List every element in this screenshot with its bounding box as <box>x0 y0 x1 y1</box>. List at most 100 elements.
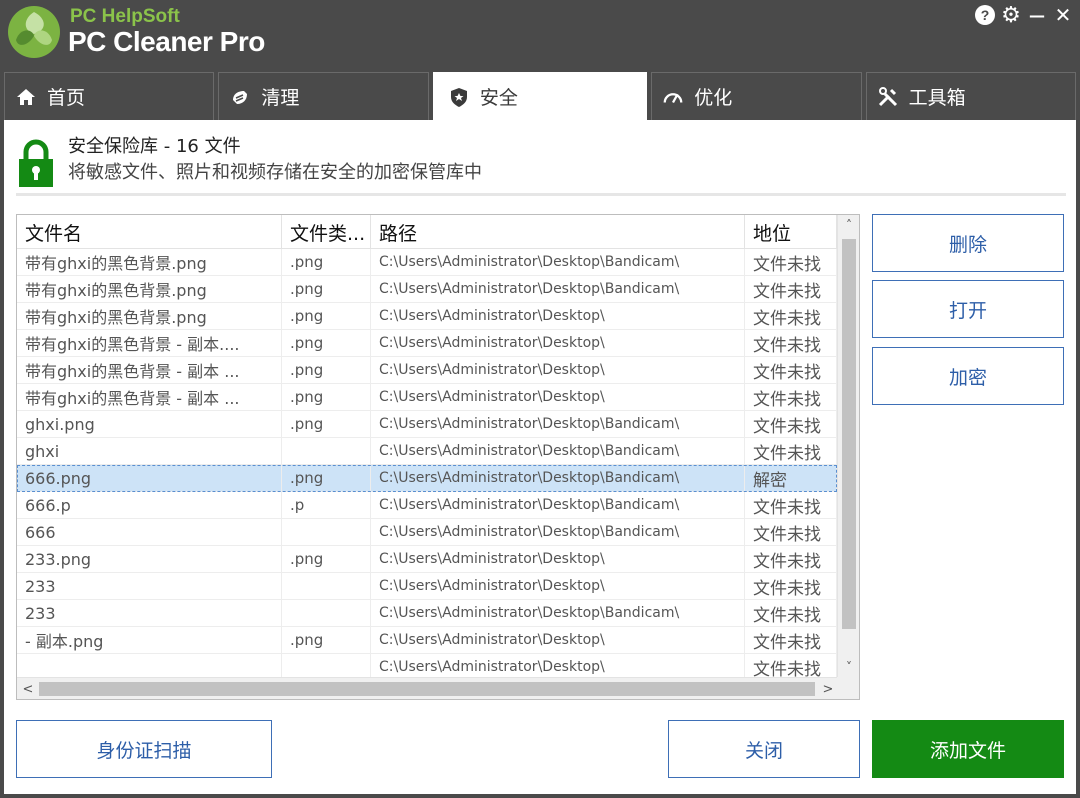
title-bar: PC HelpSoft PC Cleaner Pro ? ⚙ — ✕ <box>0 0 1080 72</box>
tab-security[interactable]: 安全 <box>432 72 648 120</box>
file-status-cell: 文件未找 <box>745 627 837 653</box>
column-header-path[interactable]: 路径 <box>371 215 745 249</box>
tools-icon <box>877 86 899 108</box>
table-row[interactable]: 666 C:\Users\Administrator\Desktop\Bandic… <box>17 519 837 546</box>
app-title: PC Cleaner Pro <box>68 26 265 57</box>
table-row[interactable]: 233 C:\Users\Administrator\Desktop\ 文件未找 <box>17 573 837 600</box>
table-row[interactable]: 666.png .png C:\Users\Administrator\Deskto… <box>17 465 837 492</box>
file-status-cell: 文件未找 <box>745 249 837 275</box>
horizontal-scroll-thumb[interactable] <box>39 682 815 696</box>
file-type-cell <box>282 438 371 464</box>
main-tabs: 首页 清理 安全 优化 工具箱 <box>4 72 1077 120</box>
file-path-cell: C:\Users\Administrator\Desktop\Bandicam\ <box>371 600 745 626</box>
file-type-cell: .png <box>282 411 371 437</box>
file-name-cell: 233 <box>17 600 282 626</box>
encrypt-button[interactable]: 加密 <box>872 347 1064 405</box>
table-row[interactable]: 带有ghxi的黑色背景 - 副本 ... .png C:\Users\Adminis… <box>17 384 837 411</box>
file-type-cell: .png <box>282 249 371 275</box>
tab-label: 首页 <box>47 87 86 109</box>
help-button[interactable]: ? <box>974 3 996 27</box>
broom-icon <box>229 86 251 108</box>
close-window-button[interactable]: ✕ <box>1052 3 1074 27</box>
add-file-button[interactable]: 添加文件 <box>872 720 1064 778</box>
file-status-cell: 文件未找 <box>745 492 837 518</box>
table-row[interactable]: 带有ghxi的黑色背景.png .png C:\Users\Administrato… <box>17 303 837 330</box>
horizontal-scrollbar[interactable]: < > <box>17 677 839 699</box>
file-name-cell: ghxi.png <box>17 411 282 437</box>
close-icon: ✕ <box>1054 3 1072 27</box>
file-type-cell: .png <box>282 627 371 653</box>
speedometer-icon <box>662 86 684 108</box>
id-scan-button[interactable]: 身份证扫描 <box>16 720 272 778</box>
file-status-cell: 文件未找 <box>745 573 837 599</box>
file-status-cell: 文件未找 <box>745 276 837 302</box>
file-name-cell: 带有ghxi的黑色背景.png <box>17 276 282 302</box>
vertical-scroll-thumb[interactable] <box>842 239 856 629</box>
file-path-cell: C:\Users\Administrator\Desktop\Bandicam\ <box>371 411 745 437</box>
tab-toolbox[interactable]: 工具箱 <box>865 72 1077 120</box>
column-header-filename[interactable]: 文件名 <box>17 215 282 249</box>
file-path-cell: C:\Users\Administrator\Desktop\ <box>371 627 745 653</box>
table-row[interactable]: 带有ghxi的黑色背景 - 副本.... .png C:\Users\Adminis… <box>17 330 837 357</box>
column-header-filetype[interactable]: 文件类... <box>282 215 371 249</box>
close-button[interactable]: 关闭 <box>668 720 860 778</box>
scroll-up-icon[interactable]: ˄ <box>838 215 859 235</box>
security-panel: 安全保险库 - 16 文件 将敏感文件、照片和视频存储在安全的加密保管库中 文件… <box>4 120 1076 794</box>
file-name-cell: 666.png <box>17 465 282 491</box>
file-status-cell: 文件未找 <box>745 600 837 626</box>
tab-clean[interactable]: 清理 <box>218 72 429 120</box>
file-path-cell: C:\Users\Administrator\Desktop\ <box>371 330 745 356</box>
file-name-cell: 带有ghxi的黑色背景.png <box>17 303 282 329</box>
scroll-right-icon[interactable]: > <box>817 678 839 699</box>
gear-icon: ⚙ <box>1001 2 1021 28</box>
file-name-cell: 带有ghxi的黑色背景.png <box>17 249 282 275</box>
file-path-cell: C:\Users\Administrator\Desktop\Bandicam\ <box>371 492 745 518</box>
divider <box>16 193 1066 196</box>
table-row[interactable]: 666.p .p C:\Users\Administrator\Desktop\Ba… <box>17 492 837 519</box>
tab-optimize[interactable]: 优化 <box>651 72 862 120</box>
app-logo <box>8 6 60 58</box>
table-row[interactable]: ghxi.png .png C:\Users\Administrator\Deskt… <box>17 411 837 438</box>
table-row[interactable]: 带有ghxi的黑色背景.png .png C:\Users\Administrato… <box>17 276 837 303</box>
column-header-status[interactable]: 地位 <box>745 215 837 249</box>
scroll-down-icon[interactable]: ˅ <box>838 657 859 677</box>
file-name-cell: 带有ghxi的黑色背景 - 副本 ... <box>17 384 282 410</box>
table-row[interactable]: ghxi C:\Users\Administrator\Desktop\Bandi… <box>17 438 837 465</box>
file-status-cell: 文件未找 <box>745 438 837 464</box>
file-type-cell: .png <box>282 330 371 356</box>
minimize-button[interactable]: — <box>1026 3 1048 27</box>
table-row[interactable]: 233 C:\Users\Administrator\Desktop\Bandic… <box>17 600 837 627</box>
file-path-cell: C:\Users\Administrator\Desktop\ <box>371 573 745 599</box>
table-row[interactable]: 带有ghxi的黑色背景 - 副本 ... .png C:\Users\Adminis… <box>17 357 837 384</box>
table-row[interactable]: - 副本.png .png C:\Users\Administrator\Deskt… <box>17 627 837 654</box>
file-status-cell: 文件未找 <box>745 330 837 356</box>
file-type-cell: .png <box>282 276 371 302</box>
home-icon <box>15 86 37 108</box>
table-row[interactable]: 233.png .png C:\Users\Administrator\Deskto… <box>17 546 837 573</box>
delete-button[interactable]: 删除 <box>872 214 1064 272</box>
file-name-cell: 233 <box>17 573 282 599</box>
file-status-cell: 文件未找 <box>745 519 837 545</box>
file-path-cell: C:\Users\Administrator\Desktop\Bandicam\ <box>371 276 745 302</box>
file-status-cell: 文件未找 <box>745 384 837 410</box>
file-type-cell: .png <box>282 465 371 491</box>
table-body: 带有ghxi的黑色背景.png .png C:\Users\Administrato… <box>17 249 837 681</box>
vault-title: 安全保险库 - 16 文件 <box>68 136 241 157</box>
tab-home[interactable]: 首页 <box>4 72 215 120</box>
tab-label: 工具箱 <box>908 87 966 109</box>
scroll-left-icon[interactable]: < <box>17 678 39 699</box>
table-row[interactable]: 带有ghxi的黑色背景.png .png C:\Users\Administrato… <box>17 249 837 276</box>
tab-label: 安全 <box>479 87 518 109</box>
settings-button[interactable]: ⚙ <box>1000 2 1022 28</box>
file-type-cell: .p <box>282 492 371 518</box>
file-path-cell: C:\Users\Administrator\Desktop\ <box>371 384 745 410</box>
file-type-cell <box>282 519 371 545</box>
lock-icon <box>19 139 53 187</box>
file-path-cell: C:\Users\Administrator\Desktop\Bandicam\ <box>371 249 745 275</box>
file-path-cell: C:\Users\Administrator\Desktop\ <box>371 357 745 383</box>
vertical-scrollbar[interactable]: ˄ ˅ <box>837 215 859 677</box>
file-status-cell: 文件未找 <box>745 303 837 329</box>
open-button[interactable]: 打开 <box>872 280 1064 338</box>
file-type-cell: .png <box>282 384 371 410</box>
file-path-cell: C:\Users\Administrator\Desktop\ <box>371 546 745 572</box>
